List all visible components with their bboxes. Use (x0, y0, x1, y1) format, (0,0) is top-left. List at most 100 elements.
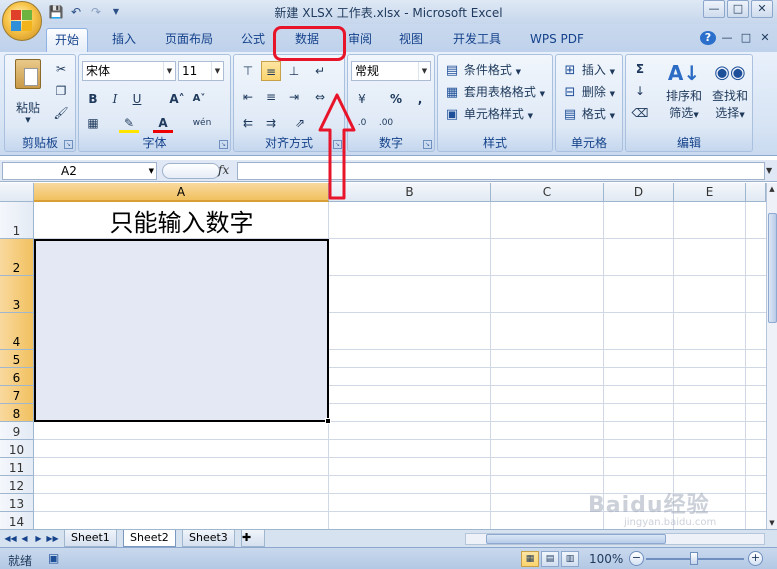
cell-a1[interactable]: 只能输入数字 (34, 202, 329, 239)
vertical-scroll-thumb[interactable] (768, 213, 777, 323)
row-header-11[interactable]: 11 (0, 458, 34, 476)
orientation-icon[interactable]: ⇗ (290, 113, 310, 133)
grow-font-button[interactable]: A˄ (167, 89, 187, 109)
column-header-f[interactable] (746, 183, 766, 202)
zoom-in-icon[interactable]: + (748, 551, 763, 566)
zoom-out-icon[interactable]: − (629, 551, 644, 566)
row-header-1[interactable]: 1 (0, 202, 34, 239)
prev-sheet-icon[interactable]: ◀ (18, 532, 31, 545)
zoom-level[interactable]: 100% (589, 552, 623, 566)
sheet-tab-2[interactable]: Sheet2 (123, 530, 176, 547)
help-icon[interactable]: ? (700, 31, 716, 45)
row-header-9[interactable]: 9 (0, 422, 34, 440)
underline-button[interactable]: U (127, 89, 147, 109)
selected-range-a2-a8[interactable] (34, 239, 331, 424)
column-header-c[interactable]: C (491, 183, 604, 202)
row-header-2[interactable]: 2 (0, 239, 34, 276)
row-header-7[interactable]: 7 (0, 386, 34, 404)
row-header-13[interactable]: 13 (0, 494, 34, 512)
align-bottom-icon[interactable]: ⊥ (284, 61, 304, 81)
macro-record-icon[interactable]: ▣ (48, 551, 64, 567)
conditional-format-button[interactable]: ▤ 条件格式 ▼ (444, 61, 521, 79)
tab-review[interactable]: 审阅 (340, 28, 380, 52)
font-color-icon[interactable]: A (153, 113, 173, 133)
format-cells-button[interactable]: ▤ 格式 ▼ (562, 105, 615, 123)
align-middle-icon[interactable]: ≡ (261, 61, 281, 81)
borders-icon[interactable]: ▦ (83, 113, 103, 133)
sheet-tab-1[interactable]: Sheet1 (64, 530, 117, 547)
close-button[interactable]: ✕ (751, 0, 773, 18)
align-center-icon[interactable]: ≡ (261, 87, 281, 107)
tab-page-layout[interactable]: 页面布局 (157, 28, 221, 52)
row-header-4[interactable]: 4 (0, 313, 34, 350)
font-launcher-icon[interactable]: ↘ (219, 140, 228, 149)
row-header-3[interactable]: 3 (0, 276, 34, 313)
minimize-button[interactable]: — (703, 0, 725, 18)
paste-button[interactable]: 粘贴 ▼ (11, 59, 45, 124)
insert-cells-button[interactable]: ⊞ 插入 ▼ (562, 61, 616, 79)
fill-handle[interactable] (325, 418, 331, 424)
copy-icon[interactable]: ❐ (51, 81, 71, 101)
font-name-combo[interactable]: 宋体 ▼ (82, 61, 176, 81)
bold-button[interactable]: B (83, 89, 103, 109)
expand-formula-bar-icon[interactable]: ▼ (766, 163, 776, 179)
number-format-combo[interactable]: 常规 ▼ (351, 61, 431, 81)
cut-icon[interactable]: ✂ (51, 59, 71, 79)
autosum-icon[interactable]: Σ (630, 59, 650, 79)
decrease-decimal-icon[interactable]: .00 (376, 113, 396, 133)
tab-formulas[interactable]: 公式 (233, 28, 273, 52)
first-sheet-icon[interactable]: ◀◀ (4, 532, 17, 545)
row-header-6[interactable]: 6 (0, 368, 34, 386)
insert-function-icon[interactable]: fx (218, 163, 229, 177)
row-header-8[interactable]: 8 (0, 404, 34, 422)
fill-icon[interactable]: ↓ (630, 81, 650, 101)
horizontal-scroll-thumb[interactable] (486, 534, 666, 544)
wrap-text-icon[interactable]: ↵ (310, 61, 330, 81)
italic-button[interactable]: I (105, 89, 125, 109)
ribbon-minimize-button[interactable]: — (719, 31, 735, 45)
format-painter-icon[interactable]: 🖌 (51, 103, 71, 123)
fill-color-icon[interactable]: ✎ (119, 113, 139, 133)
clear-icon[interactable]: ⌫ (630, 103, 650, 123)
scroll-up-icon[interactable]: ▲ (767, 183, 777, 195)
format-as-table-button[interactable]: ▦ 套用表格格式 ▼ (444, 83, 545, 101)
horizontal-scrollbar[interactable] (465, 533, 765, 545)
tab-developer[interactable]: 开发工具 (445, 28, 509, 52)
name-box[interactable]: A2 ▼ (2, 162, 157, 180)
page-break-view-icon[interactable]: ▥ (561, 551, 579, 567)
delete-cells-button[interactable]: ⊟ 删除 ▼ (562, 83, 616, 101)
scroll-down-icon[interactable]: ▼ (767, 517, 777, 529)
comma-icon[interactable]: , (410, 89, 430, 109)
tab-view[interactable]: 视图 (391, 28, 431, 52)
tab-wps-pdf[interactable]: WPS PDF (522, 28, 592, 52)
column-header-d[interactable]: D (604, 183, 674, 202)
phonetic-icon[interactable]: wén (187, 113, 217, 133)
column-header-e[interactable]: E (674, 183, 746, 202)
sort-filter-button[interactable]: A↓ 排序和 筛选▼ (662, 59, 706, 121)
row-header-5[interactable]: 5 (0, 350, 34, 368)
tab-home[interactable]: 开始 (46, 28, 89, 52)
worksheet-grid[interactable]: A B C D E 1 2 3 4 5 6 7 8 9 10 11 12 13 … (0, 183, 766, 529)
clipboard-launcher-icon[interactable]: ↘ (64, 140, 73, 149)
increase-indent-icon[interactable]: ⇉ (261, 113, 281, 133)
vertical-scrollbar[interactable]: ▲ ▼ (766, 183, 777, 529)
maximize-button[interactable]: □ (727, 0, 749, 18)
align-right-icon[interactable]: ⇥ (284, 87, 304, 107)
number-launcher-icon[interactable]: ↘ (423, 140, 432, 149)
select-all-corner[interactable] (0, 183, 34, 202)
row-header-14[interactable]: 14 (0, 512, 34, 529)
last-sheet-icon[interactable]: ▶▶ (46, 532, 59, 545)
ribbon-restore-button[interactable]: □ (738, 31, 754, 45)
font-size-combo[interactable]: 11 ▼ (178, 61, 224, 81)
office-button[interactable] (2, 1, 42, 41)
zoom-slider-handle[interactable] (690, 552, 698, 565)
normal-view-icon[interactable]: ▦ (521, 551, 539, 567)
decrease-indent-icon[interactable]: ⇇ (238, 113, 258, 133)
align-left-icon[interactable]: ⇤ (238, 87, 258, 107)
column-header-a[interactable]: A (34, 183, 329, 202)
sheet-tab-3[interactable]: Sheet3 (182, 530, 235, 547)
cell-styles-button[interactable]: ▣ 单元格样式 ▼ (444, 105, 533, 123)
insert-sheet-icon[interactable]: ✚ (241, 530, 265, 547)
align-top-icon[interactable]: ⊤ (238, 61, 258, 81)
next-sheet-icon[interactable]: ▶ (32, 532, 45, 545)
